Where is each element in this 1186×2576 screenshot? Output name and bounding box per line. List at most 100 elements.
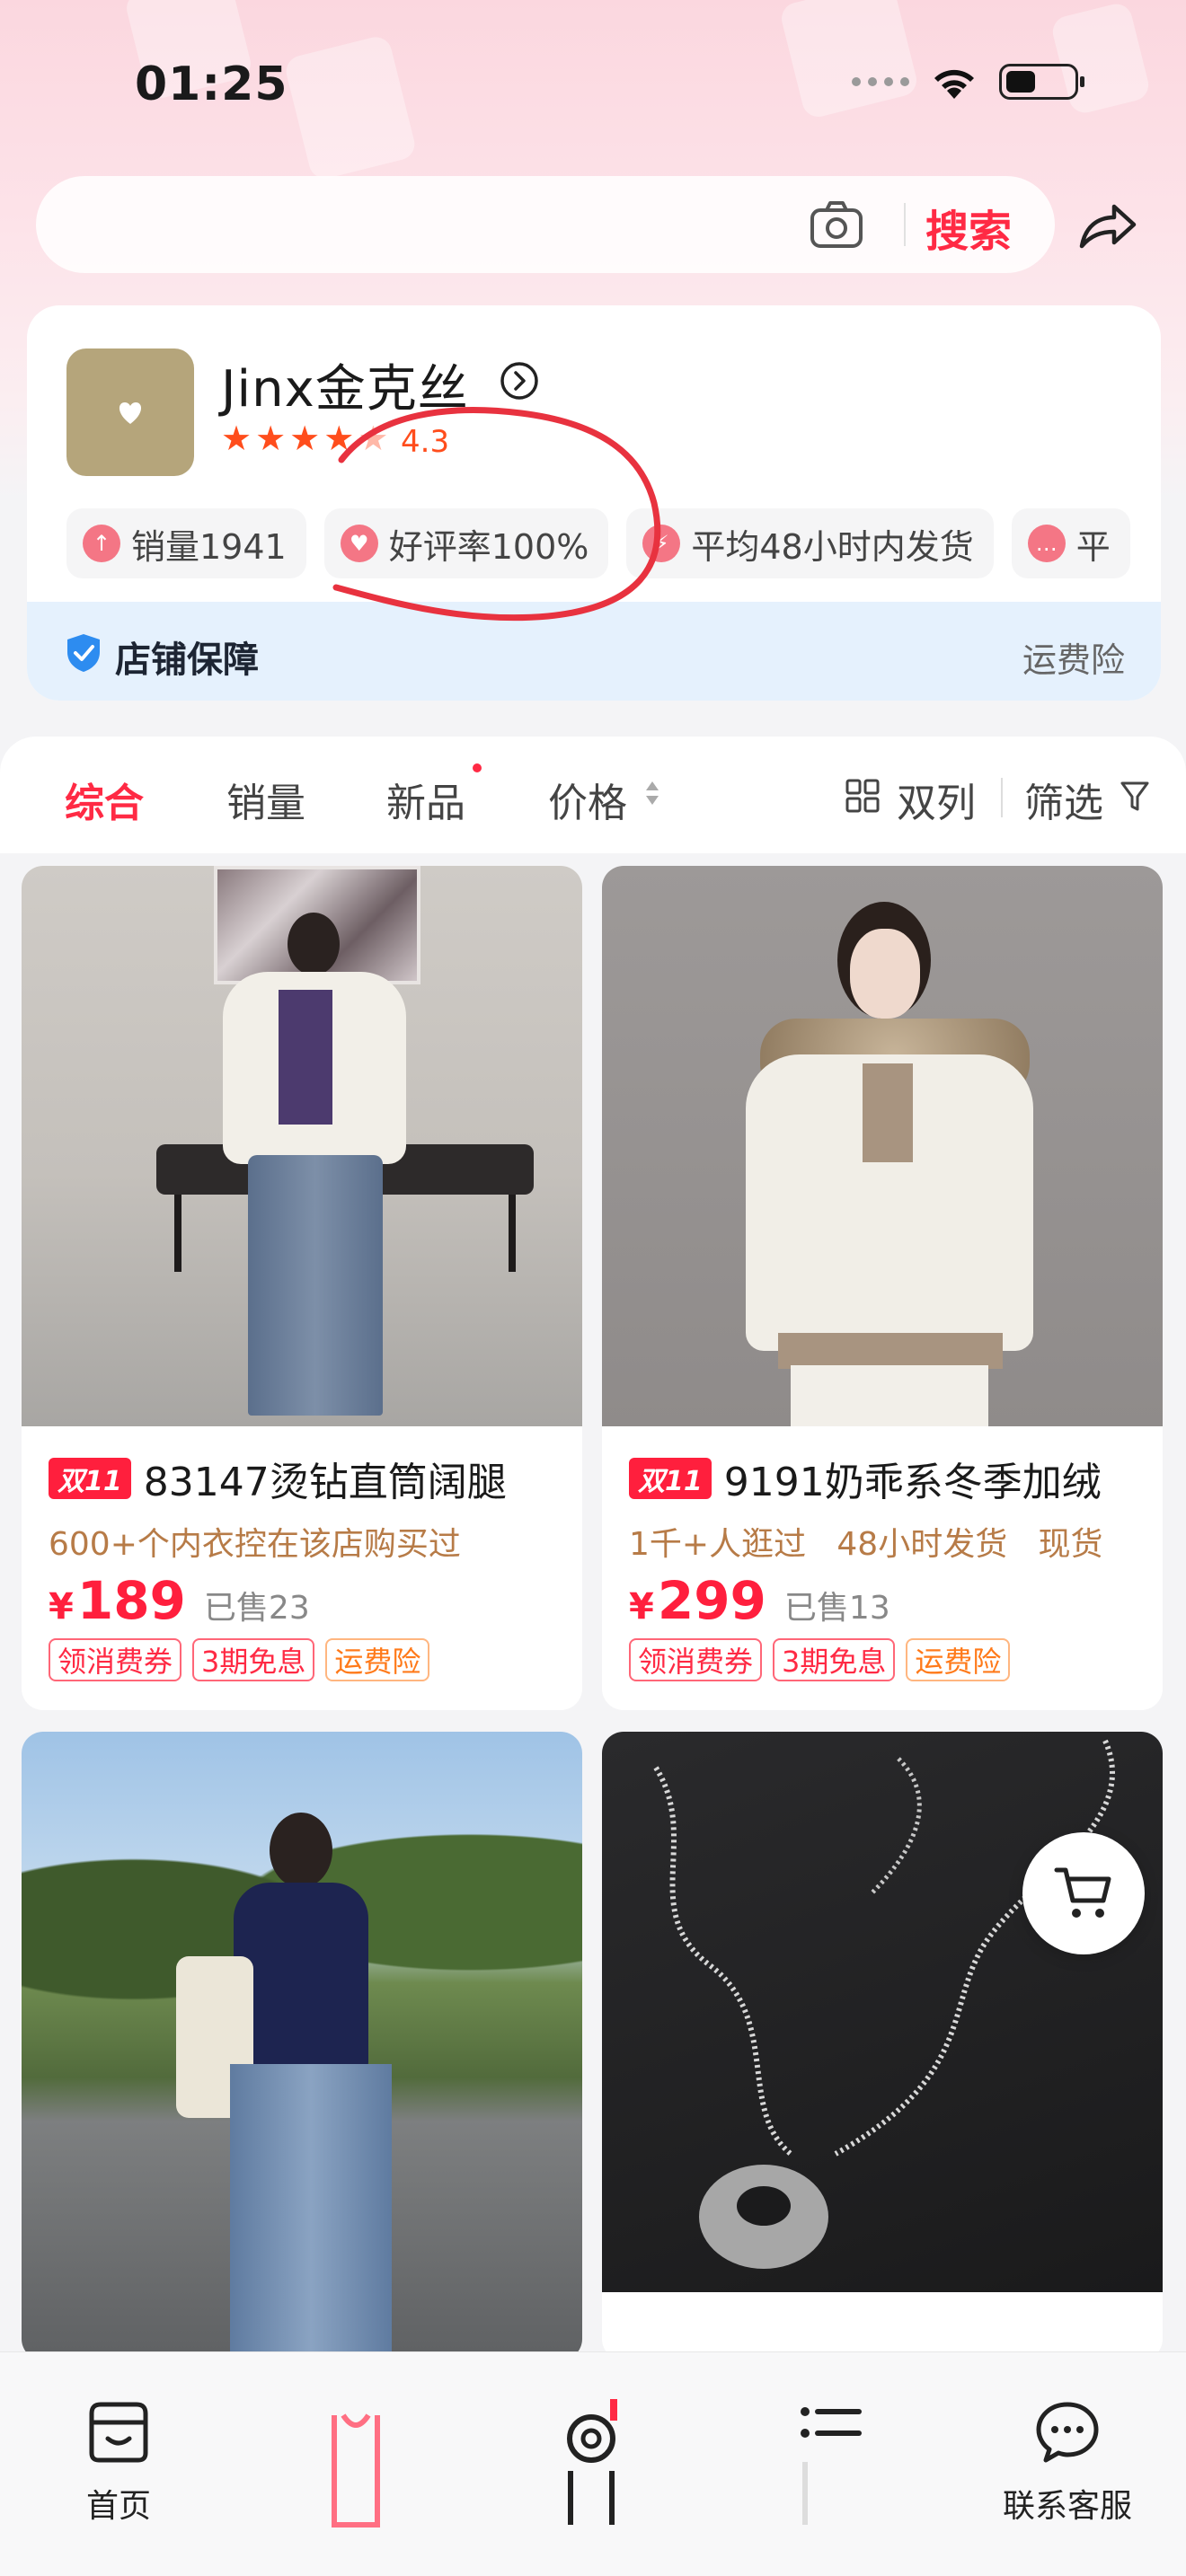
model-top (863, 1063, 913, 1162)
product-price-row: ¥ 299 已售13 (629, 1570, 890, 1631)
store-card: Jinx金克丝 ★ ★ ★ ★ ★ 4.3 ↑ 销量1941 ♥ 好评率100%… (27, 305, 1161, 701)
camera-live-icon (567, 2399, 617, 2525)
filter-funnel-icon[interactable] (1120, 780, 1150, 814)
model-head (288, 913, 340, 975)
share-icon[interactable] (1076, 198, 1139, 251)
price-value: 299 (657, 1570, 766, 1631)
layout-toggle[interactable]: 双列 (897, 771, 976, 828)
tag-good-rate[interactable]: ♥ 好评率100% (323, 508, 609, 578)
product-subtitle: 600+个内衣控在该店购买过 (49, 1526, 461, 1563)
wifi-icon (934, 69, 974, 99)
product-card[interactable]: 双11 9191奶乖系冬季加绒 1千+人逛过 48小时发货 现货 ¥ 299 已… (602, 866, 1163, 1710)
lightning-icon: ⚡ (642, 525, 681, 562)
sales-up-icon: ↑ (83, 525, 120, 562)
category-list-icon (801, 2407, 862, 2525)
heart-badge-icon: ♥ (340, 525, 378, 562)
search-button[interactable]: 搜索 (925, 196, 1012, 259)
cart-button[interactable] (1022, 1832, 1145, 1954)
product-card[interactable] (22, 1732, 582, 2360)
grid-layout-icon[interactable] (845, 778, 881, 814)
tag-label: 平 (1075, 526, 1111, 567)
star-icon: ★ (289, 419, 321, 458)
sort-updown-icon[interactable] (643, 780, 661, 807)
rating-stars: ★ ★ ★ ★ ★ (221, 420, 388, 456)
product-subtitle: 1千+人逛过 48小时发货 现货 (629, 1526, 1103, 1563)
price-currency: ¥ (49, 1586, 74, 1628)
product-title-row: 双11 9191奶乖系冬季加绒 (629, 1450, 1102, 1507)
product-image[interactable] (602, 1732, 1163, 2292)
store-tags: ↑ 销量1941 ♥ 好评率100% ⚡ 平均48小时内发货 … 平 (66, 508, 1130, 578)
tag-label: 好评率100% (388, 526, 589, 567)
status-time: 01:25 (135, 57, 288, 111)
product-coupons: 领消费券 3期免息 运费险 (49, 1638, 430, 1681)
bottom-tab-bar: 首页 联系客服 (0, 2351, 1186, 2576)
product-price-row: ¥ 189 已售23 (49, 1570, 310, 1631)
rating-value: 4.3 (401, 424, 450, 460)
store-logo[interactable] (66, 348, 194, 476)
model-top (279, 990, 332, 1125)
sort-sales[interactable]: 销量 (226, 771, 305, 828)
chevron-right-circle-icon[interactable] (498, 359, 541, 402)
product-card[interactable]: 双11 83147烫钻直筒阔腿 600+个内衣控在该店购买过 ¥ 189 已售2… (22, 866, 582, 1710)
star-icon: ★ (255, 419, 287, 458)
coupon-tag[interactable]: 领消费券 (629, 1638, 763, 1681)
status-bar: 01:25 (0, 0, 1186, 171)
tab-customer-service[interactable]: 联系客服 (987, 2379, 1148, 2559)
battery-icon (999, 64, 1084, 100)
store-name[interactable]: Jinx金克丝 (221, 348, 469, 421)
shopping-cart-icon (1054, 1867, 1111, 1918)
price-value: 189 (76, 1570, 186, 1631)
sort-new[interactable]: 新品 (386, 771, 465, 828)
filter-button[interactable]: 筛选 (1024, 771, 1103, 828)
product-card[interactable] (602, 1732, 1163, 2360)
star-icon: ★ (323, 419, 355, 458)
search-divider (904, 203, 906, 246)
installment-tag[interactable]: 3期免息 (192, 1638, 315, 1681)
double11-badge: 双11 (49, 1458, 131, 1499)
model-hem (778, 1333, 1003, 1369)
chat-icon: … (1027, 525, 1066, 562)
tab-category[interactable] (749, 2379, 911, 2559)
shipping-insurance-tag[interactable]: 运费险 (906, 1638, 1011, 1681)
tag-sales[interactable]: ↑ 销量1941 (66, 508, 306, 578)
installment-tag[interactable]: 3期免息 (773, 1638, 896, 1681)
product-image[interactable] (22, 866, 582, 1426)
double11-badge: 双11 (629, 1458, 712, 1499)
store-home-icon (89, 2402, 148, 2463)
product-title[interactable]: 9191奶乖系冬季加绒 (724, 1450, 1102, 1507)
tab-live[interactable] (510, 2379, 672, 2559)
product-image[interactable] (602, 866, 1163, 1426)
product-coupons: 领消费券 3期免息 运费险 (629, 1638, 1011, 1681)
necklace-illustration (653, 1739, 1115, 2269)
guarantee-title: 店铺保障 (115, 640, 259, 681)
model-jeans (230, 2064, 392, 2360)
tab-bag[interactable] (275, 2379, 437, 2559)
sort-comprehensive[interactable]: 综合 (65, 771, 144, 828)
model-pants (791, 1365, 988, 1426)
coupon-tag[interactable]: 领消费券 (49, 1638, 182, 1681)
product-image[interactable] (22, 1732, 582, 2360)
heart-logo-icon (119, 402, 142, 424)
product-title-row: 双11 83147烫钻直筒阔腿 (49, 1450, 507, 1507)
product-title[interactable]: 83147烫钻直筒阔腿 (144, 1450, 507, 1507)
model-jeans (248, 1155, 383, 1416)
price-currency: ¥ (629, 1586, 654, 1628)
star-icon: ★ (221, 419, 252, 458)
sort-price[interactable]: 价格 (548, 771, 627, 828)
tab-home[interactable]: 首页 (38, 2379, 199, 2559)
search-bar[interactable]: 搜索 (36, 176, 1055, 273)
tab-label: 联系客服 (1002, 2488, 1132, 2525)
bag-icon (332, 2413, 380, 2527)
signal-dots-icon (852, 77, 909, 86)
camera-icon[interactable] (809, 198, 864, 251)
model-top (234, 1883, 368, 2071)
star-half-icon: ★ (358, 419, 389, 458)
shield-check-icon (67, 634, 100, 672)
tag-label: 平均48小时内发货 (691, 526, 974, 567)
tag-shipping[interactable]: ⚡ 平均48小时内发货 (626, 508, 994, 578)
store-guarantee[interactable]: 店铺保障 运费险 (27, 602, 1161, 701)
sort-separator (1001, 778, 1003, 817)
guarantee-shipping-insurance: 运费险 (1022, 640, 1125, 680)
shipping-insurance-tag[interactable]: 运费险 (325, 1638, 430, 1681)
tag-more[interactable]: … 平 (1011, 508, 1130, 578)
